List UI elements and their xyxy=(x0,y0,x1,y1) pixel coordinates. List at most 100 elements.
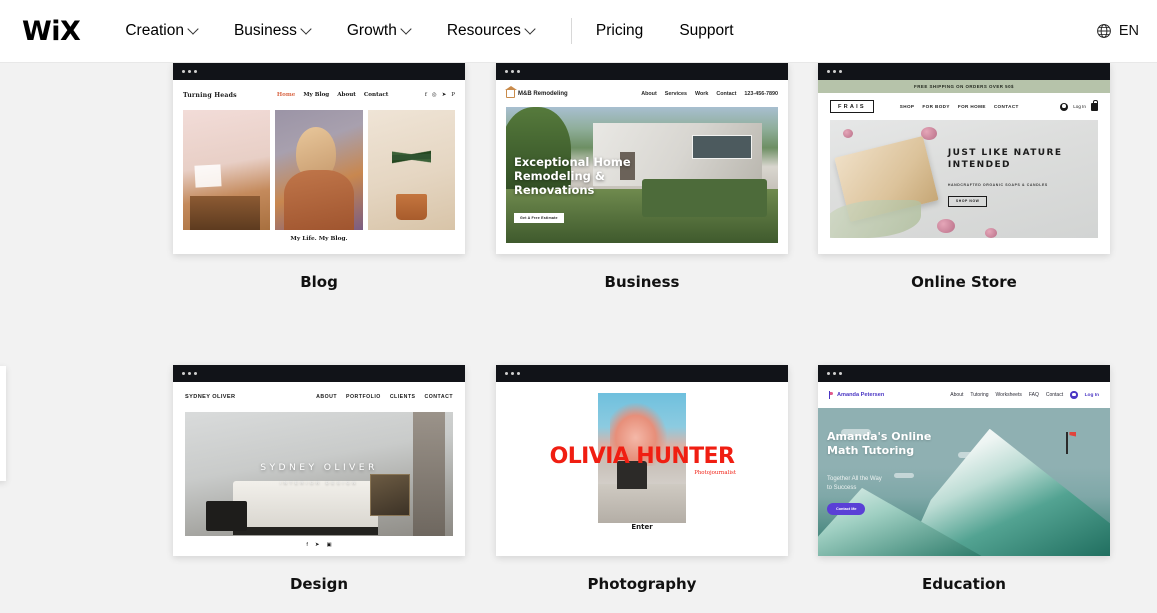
window-dot-icon xyxy=(827,70,830,73)
preview-hero-flower xyxy=(937,219,956,234)
template-card-online-store[interactable]: FREE SHIPPING ON ORDERS OVER 50$ FRAIS S… xyxy=(818,63,1110,254)
house-icon xyxy=(505,86,518,98)
preview-nav-links: ABOUT PORTFOLIO CLIENTS CONTACT xyxy=(316,394,453,400)
preview-headline: JUST LIKE NATURE INTENDED xyxy=(947,148,1063,170)
template-preview-business: M&B Remodeling About Services Work Conta… xyxy=(496,80,788,254)
template-cell-business: M&B Remodeling About Services Work Conta… xyxy=(496,63,788,291)
twitter-icon: ➤ xyxy=(314,542,320,548)
preview-nav-links: About Services Work Contact 123-456-7890 xyxy=(641,91,778,97)
window-dot-icon xyxy=(517,70,520,73)
preview-nav-shop: SHOP xyxy=(899,104,915,109)
preview-nav-contact: CONTACT xyxy=(993,104,1019,109)
template-preview-online-store: FREE SHIPPING ON ORDERS OVER 50$ FRAIS S… xyxy=(818,80,1110,254)
chevron-down-icon xyxy=(402,25,411,34)
window-dot-icon xyxy=(511,372,514,375)
template-gallery: Turning Heads Home My Blog About Contact… xyxy=(0,63,1157,613)
preview-nav-about: About xyxy=(950,392,964,398)
template-category-design[interactable]: Design xyxy=(173,575,465,593)
nav-item-growth[interactable]: Growth xyxy=(347,16,411,46)
preview-nav: FRAIS SHOP FOR BODY FOR HOME CONTACT Log… xyxy=(818,93,1110,120)
preview-hero-flower xyxy=(985,228,998,238)
preview-nav-services: Services xyxy=(664,90,687,97)
template-preview-education: Amanda Petersen About Tutoring Worksheet… xyxy=(818,382,1110,556)
globe-icon xyxy=(1096,24,1111,38)
preview-logo: Turning Heads xyxy=(183,91,237,99)
preview-nav-tutoring: Tutoring xyxy=(970,392,989,398)
preview-hero: JUST LIKE NATURE INTENDED HANDCRAFTED OR… xyxy=(830,120,1098,238)
preview-caption: My Life. My Blog. xyxy=(282,233,356,244)
preview-logo: FRAIS xyxy=(830,100,874,113)
nav-item-growth-label: Growth xyxy=(346,22,397,39)
preview-nav-for-body: FOR BODY xyxy=(922,104,950,109)
template-category-photography[interactable]: Photography xyxy=(496,575,788,593)
preview-nav-links: Home My Blog About Contact xyxy=(277,92,388,98)
preview-hero-flower xyxy=(921,127,938,141)
preview-enter-link: Enter xyxy=(631,523,653,531)
preview-hero-bed xyxy=(233,481,378,535)
template-category-blog[interactable]: Blog xyxy=(173,273,465,291)
preview-nav: Turning Heads Home My Blog About Contact… xyxy=(173,80,465,110)
preview-cta-button: SHOP NOW xyxy=(947,195,988,207)
window-dot-icon xyxy=(505,372,508,375)
preview-nav-home: Home xyxy=(276,92,296,98)
template-cell-online-store: FREE SHIPPING ON ORDERS OVER 50$ FRAIS S… xyxy=(818,63,1110,291)
template-card-photography[interactable]: OLIVIA HUNTER Photojournalist Enter xyxy=(496,365,788,556)
preview-login-label: Log In xyxy=(1084,392,1099,398)
preview-photo-plant xyxy=(367,110,455,230)
preview-cta-button: Get A Free Estimate xyxy=(514,213,564,223)
template-row: SYDNEY OLIVER ABOUT PORTFOLIO CLIENTS CO… xyxy=(0,365,1157,613)
nav-item-creation[interactable]: Creation xyxy=(125,16,198,46)
template-card-blog[interactable]: Turning Heads Home My Blog About Contact… xyxy=(173,63,465,254)
preview-nav-about: About xyxy=(641,90,657,97)
preview-hero-leaf xyxy=(830,200,922,238)
browser-chrome-bar xyxy=(173,63,465,80)
nav-item-business[interactable]: Business xyxy=(234,16,311,46)
template-category-business[interactable]: Business xyxy=(496,273,788,291)
twitter-icon: ➤ xyxy=(441,92,447,98)
instagram-icon: ◎ xyxy=(431,92,437,98)
window-dot-icon xyxy=(182,372,185,375)
preview-title: OLIVIA HUNTER xyxy=(549,444,735,469)
preview-nav-phone: 123-456-7890 xyxy=(744,90,778,97)
window-dot-icon xyxy=(194,372,197,375)
template-card-education[interactable]: Amanda Petersen About Tutoring Worksheet… xyxy=(818,365,1110,556)
template-card-design[interactable]: SYDNEY OLIVER ABOUT PORTFOLIO CLIENTS CO… xyxy=(173,365,465,556)
wix-logo[interactable]: WiX xyxy=(22,18,81,45)
preview-hero: Amanda's Online Math Tutoring Together A… xyxy=(818,408,1110,556)
pinterest-icon: P xyxy=(451,92,455,98)
browser-chrome-bar xyxy=(818,63,1110,80)
preview-logo-text: M&B Remodeling xyxy=(518,90,568,97)
preview-promo-banner: FREE SHIPPING ON ORDERS OVER 50$ xyxy=(818,80,1110,93)
facebook-icon: f xyxy=(424,92,427,98)
nav-item-resources[interactable]: Resources xyxy=(447,16,535,46)
preview-nav-clients: CLIENTS xyxy=(389,394,416,400)
window-dot-icon xyxy=(511,70,514,73)
preview-nav-faq: FAQ xyxy=(1028,392,1039,398)
nav-divider xyxy=(570,18,572,44)
template-card-business[interactable]: M&B Remodeling About Services Work Conta… xyxy=(496,63,788,254)
preview-cta-button: Contact Me xyxy=(827,503,866,515)
template-category-online-store[interactable]: Online Store xyxy=(818,273,1110,291)
chevron-down-icon xyxy=(526,25,535,34)
template-preview-blog: Turning Heads Home My Blog About Contact… xyxy=(173,80,465,254)
preview-nav-contact: Contact xyxy=(1045,392,1064,398)
language-selector[interactable]: EN xyxy=(1096,23,1139,39)
window-dot-icon xyxy=(188,372,191,375)
preview-nav: M&B Remodeling About Services Work Conta… xyxy=(496,80,788,107)
preview-photo-strip xyxy=(173,110,465,238)
window-dot-icon xyxy=(182,70,185,73)
preview-photo-desk xyxy=(183,110,271,230)
preview-nav: SYDNEY OLIVER ABOUT PORTFOLIO CLIENTS CO… xyxy=(173,382,465,412)
instagram-icon: ▣ xyxy=(326,542,332,548)
preview-social-icons: f ➤ ▣ xyxy=(173,536,465,554)
preview-hero-flagpole xyxy=(1066,431,1068,454)
template-cell-design: SYDNEY OLIVER ABOUT PORTFOLIO CLIENTS CO… xyxy=(173,365,465,593)
preview-nav-links: About Tutoring Worksheets FAQ Contact Lo… xyxy=(950,391,1099,399)
browser-chrome-bar xyxy=(496,63,788,80)
template-category-education[interactable]: Education xyxy=(818,575,1110,593)
nav-item-resources-label: Resources xyxy=(446,22,521,39)
nav-item-pricing[interactable]: Pricing xyxy=(596,22,643,40)
nav-item-support[interactable]: Support xyxy=(679,22,733,40)
preview-login-label: Log In xyxy=(1073,104,1086,109)
primary-nav: Creation Business Growth Resources Prici… xyxy=(125,16,769,46)
